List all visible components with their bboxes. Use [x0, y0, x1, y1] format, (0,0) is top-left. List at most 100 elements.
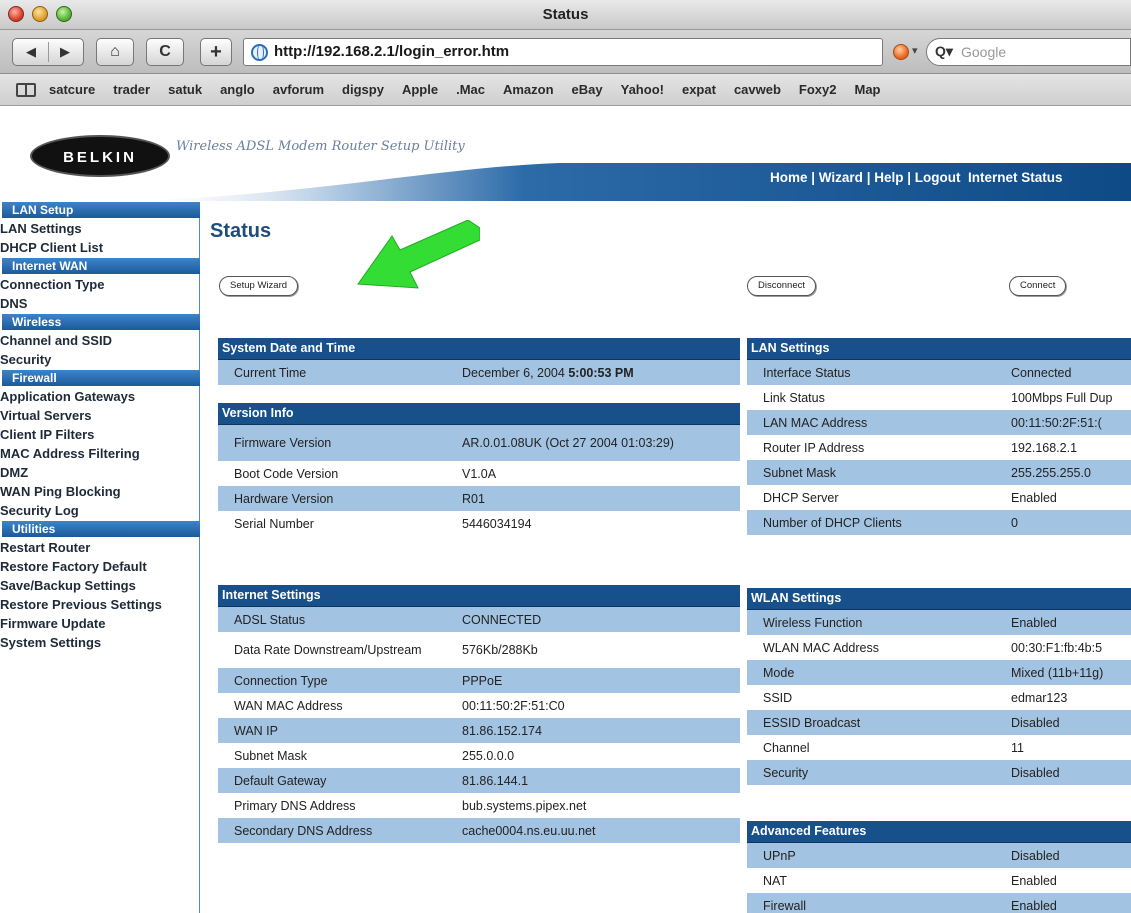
divider [48, 42, 49, 62]
row-label: Default Gateway [234, 773, 327, 788]
bookmark-list: satcure trader satuk anglo avforum digspy Appl… [40, 82, 890, 97]
sidebar-item[interactable]: DHCP Client List [0, 239, 199, 258]
sidebar-item[interactable]: Channel and SSID [0, 332, 199, 351]
nav-link[interactable]: Home [770, 170, 808, 185]
row-value: 255.0.0.0 [462, 748, 515, 763]
sidebar-item[interactable]: Application Gateways [0, 388, 199, 407]
browser-toolbar: ◀ ▶ ⌂ C + http://192.168.2.1/login_error.… [0, 30, 1131, 74]
row-label: DHCP Server [763, 490, 839, 505]
search-input[interactable]: Q▾ Google [926, 38, 1131, 66]
bookmark-link[interactable]: avforum [273, 82, 324, 97]
row-value: 00:11:50:2F:51:C0 [462, 698, 565, 713]
bookmark-link[interactable]: Foxy2 [799, 82, 837, 97]
sidebar-item[interactable]: DMZ [0, 464, 199, 483]
snapback-icon[interactable] [893, 44, 909, 60]
home-button[interactable]: ⌂ [96, 38, 134, 66]
section-heading: WLAN Settings [747, 588, 1131, 610]
row-label: Subnet Mask [763, 465, 836, 480]
sidebar-item[interactable]: Virtual Servers [0, 407, 199, 426]
sidebar-item[interactable]: WAN Ping Blocking [0, 483, 199, 502]
sidebar-item[interactable]: Security [0, 351, 199, 370]
table-row: ADSL Status CONNECTED [218, 607, 740, 632]
setup-wizard-button[interactable]: Setup Wizard [219, 276, 299, 296]
row-label: Link Status [763, 390, 825, 405]
back-forward-buttons[interactable]: ◀ ▶ [12, 38, 84, 66]
row-value: edmar123 [1011, 690, 1068, 705]
bookmark-link[interactable]: eBay [572, 82, 603, 97]
address-bar[interactable]: http://192.168.2.1/login_error.htm [243, 38, 883, 66]
sidebar-item[interactable]: DNS [0, 295, 199, 314]
table-row: Firewall Enabled [747, 893, 1131, 913]
table-row: Interface Status Connected [747, 360, 1131, 385]
nav-link[interactable]: Logout [915, 170, 961, 185]
row-value: Disabled [1011, 765, 1060, 780]
sidebar-item[interactable]: Connection Type [0, 276, 199, 295]
sidebar-item[interactable]: System Settings [0, 634, 199, 653]
nav-link[interactable]: Wizard [819, 170, 863, 185]
connect-button[interactable]: Connect [1009, 276, 1067, 296]
sidebar-item[interactable]: Firmware Update [0, 615, 199, 634]
row-value: Enabled [1011, 873, 1057, 888]
bookmark-link[interactable]: satuk [168, 82, 202, 97]
sidebar-item[interactable]: Restart Router [0, 539, 199, 558]
disconnect-button[interactable]: Disconnect [747, 276, 816, 296]
wlan-settings-section: WLAN Settings Wireless Function Enabled WLA… [747, 588, 1131, 785]
internet-settings-section: Internet Settings ADSL Status CONNECTED Dat… [218, 585, 740, 843]
plus-icon: + [210, 41, 222, 63]
bookmark-link[interactable]: cavweb [734, 82, 781, 97]
forward-arrow-icon[interactable]: ▶ [48, 39, 82, 65]
back-arrow-icon[interactable]: ◀ [14, 39, 48, 65]
bookmark-link[interactable]: Yahoo! [621, 82, 664, 97]
row-label: ESSID Broadcast [763, 715, 861, 730]
bookmark-link[interactable]: .Mac [456, 82, 485, 97]
table-row: Hardware Version R01 [218, 486, 740, 511]
row-label: Boot Code Version [234, 466, 339, 481]
sidebar-item[interactable]: Security Log [0, 502, 199, 521]
bookmark-link[interactable]: expat [682, 82, 716, 97]
bookmark-link[interactable]: Amazon [503, 82, 554, 97]
row-value: Enabled [1011, 490, 1057, 505]
bookmark-link[interactable]: Map [855, 82, 881, 97]
row-label: Security [763, 765, 809, 780]
sidebar-item[interactable]: Restore Previous Settings [0, 596, 199, 615]
row-label: Hardware Version [234, 491, 334, 506]
section-heading: Version Info [218, 403, 740, 425]
row-value: 81.86.144.1 [462, 773, 529, 788]
table-row: LAN MAC Address 00:11:50:2F:51:( [747, 410, 1131, 435]
sidebar-heading: Utilities [2, 521, 200, 537]
row-value: cache0004.ns.eu.uu.net [462, 823, 596, 838]
add-bookmark-button[interactable]: + [200, 38, 232, 66]
search-icon: Q▾ [935, 43, 953, 59]
row-value: December 6, 2004 5:00:53 PM [462, 366, 740, 380]
system-date-section: System Date and Time Current Time Decemb… [218, 338, 740, 385]
sidebar-item[interactable]: Save/Backup Settings [0, 577, 199, 596]
sidebar-item[interactable]: MAC Address Filtering [0, 445, 199, 464]
version-info-section: Version Info Firmware Version AR.0.01.08UK… [218, 403, 740, 536]
table-row: Subnet Mask 255.255.255.0 [747, 460, 1131, 485]
sidebar-item[interactable]: LAN Settings [0, 220, 199, 239]
bookmark-link[interactable]: Apple [402, 82, 438, 97]
row-value: 11 [1011, 740, 1024, 755]
bookmark-link[interactable]: anglo [220, 82, 255, 97]
reload-button[interactable]: C [146, 38, 184, 66]
table-row: ESSID Broadcast Disabled [747, 710, 1131, 735]
sidebar-item[interactable]: Client IP Filters [0, 426, 199, 445]
nav-link[interactable]: Help [874, 170, 903, 185]
bookmark-link[interactable]: digspy [342, 82, 384, 97]
section-heading: System Date and Time [218, 338, 740, 360]
sidebar-item[interactable]: Restore Factory Default [0, 558, 199, 577]
row-label: WLAN MAC Address [763, 640, 880, 655]
row-value: Enabled [1011, 898, 1057, 913]
row-label: LAN MAC Address [763, 415, 868, 430]
table-row: SSID edmar123 [747, 685, 1131, 710]
nav-link[interactable]: Internet Status [968, 170, 1063, 185]
sidebar-heading: Wireless [2, 314, 200, 330]
lan-settings-section: LAN Settings Interface Status Connected Lin… [747, 338, 1131, 535]
bookmark-link[interactable]: trader [113, 82, 150, 97]
row-value: bub.systems.pipex.net [462, 798, 587, 813]
router-page: BELKIN Wireless ADSL Modem Router Setup … [0, 107, 1131, 913]
book-icon[interactable] [16, 83, 36, 97]
bookmark-link[interactable]: satcure [49, 82, 95, 97]
chevron-down-icon[interactable]: ▾ [912, 44, 918, 57]
table-row: Security Disabled [747, 760, 1131, 785]
